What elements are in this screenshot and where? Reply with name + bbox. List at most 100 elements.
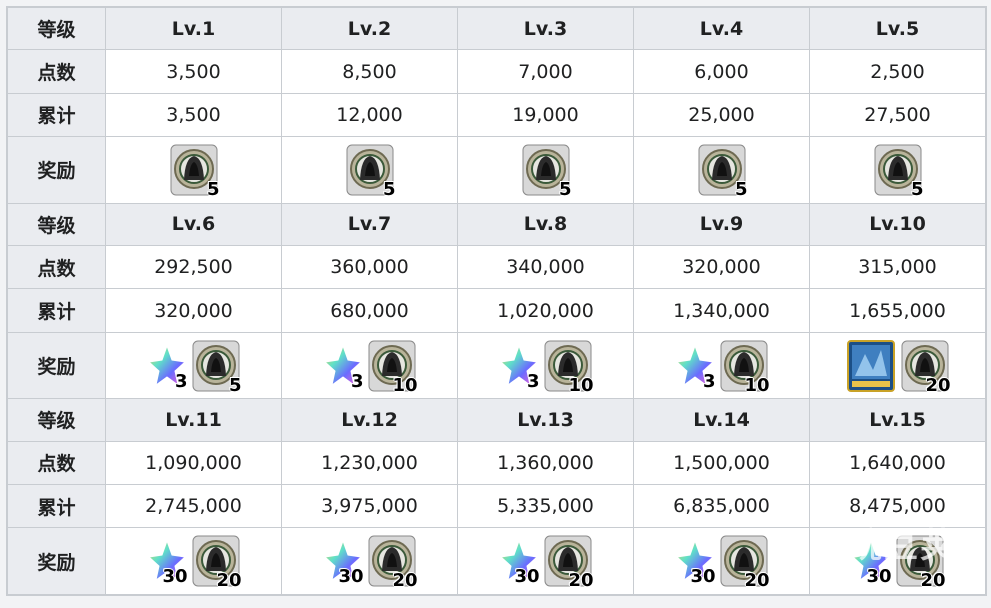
reward-count: 3: [350, 370, 364, 392]
reward-items: 3 5: [106, 340, 281, 396]
level-cell: Lv.12: [281, 398, 458, 442]
total-cell: 5,335,000: [457, 483, 634, 529]
points-cell: 1,090,000: [105, 440, 282, 486]
total-cell: 6,835,000: [633, 483, 810, 529]
reward-items: 5: [282, 144, 457, 200]
reward-cell: 20: [809, 331, 986, 400]
reward-items: 5: [106, 144, 281, 200]
points-cell: 340,000: [457, 244, 634, 290]
reward-count: 5: [910, 178, 924, 200]
total-cell: 2,745,000: [105, 483, 282, 529]
hooded-figure-medal-icon: 5: [698, 144, 748, 200]
rainbow-star-crystal-icon: 3: [323, 344, 364, 392]
reward-label: 奖励: [7, 331, 106, 400]
points-label: 点数: [7, 440, 106, 486]
watermark: 豌豆荚: [848, 526, 956, 566]
points-label: 点数: [7, 244, 106, 290]
points-cell: 315,000: [809, 244, 986, 290]
hooded-figure-medal-icon: 10: [368, 340, 418, 396]
reward-items: 20: [810, 339, 985, 396]
level-cell: Lv.14: [633, 398, 810, 442]
points-cell: 2,500: [809, 49, 986, 94]
total-cell: 27,500: [809, 92, 986, 138]
points-cell: 320,000: [633, 244, 810, 290]
reward-items: 3 10: [282, 340, 457, 396]
reward-items: 3 10: [634, 340, 809, 396]
reward-count: 20: [392, 570, 418, 592]
points-cell: 1,640,000: [809, 440, 986, 486]
total-cell: 3,975,000: [281, 483, 458, 529]
craft-essence-card-icon: [846, 339, 895, 392]
total-cell: 1,655,000: [809, 288, 986, 333]
level-cell: Lv.3: [457, 6, 634, 51]
reward-row: 奖励 30 20 30 20 30 20 30 20 30 20: [7, 527, 986, 595]
rainbow-star-crystal-icon: 30: [499, 539, 540, 587]
points-cell: 6,000: [633, 49, 810, 94]
reward-cell: 30 20: [105, 527, 282, 595]
reward-cell: 5: [281, 136, 458, 204]
reward-label: 奖励: [7, 527, 106, 595]
level-row: 等级 Lv.6 Lv.7 Lv.8 Lv.9 Lv.10: [7, 202, 986, 247]
reward-items: 30 20: [458, 535, 633, 591]
reward-count: 20: [568, 570, 594, 592]
points-row: 点数 292,500 360,000 340,000 320,000 315,000: [7, 244, 986, 290]
rainbow-star-crystal-icon: 3: [675, 344, 716, 392]
hooded-figure-medal-icon: 20: [544, 535, 594, 591]
level-label: 等级: [7, 398, 106, 442]
total-cell: 680,000: [281, 288, 458, 333]
hooded-figure-medal-icon: 20: [192, 535, 242, 591]
reward-count: 30: [338, 566, 364, 588]
reward-row: 奖励 3 5 3 10 3 10 3 10 20: [7, 331, 986, 400]
reward-count: 3: [526, 370, 540, 392]
reward-label: 奖励: [7, 136, 106, 204]
hooded-figure-medal-icon: 5: [170, 144, 220, 200]
points-cell: 1,230,000: [281, 440, 458, 486]
level-row: 等级 Lv.1 Lv.2 Lv.3 Lv.4 Lv.5: [7, 6, 986, 51]
total-cell: 12,000: [281, 92, 458, 138]
hooded-figure-medal-icon: 5: [192, 340, 242, 396]
hooded-figure-medal-icon: 20: [720, 535, 770, 591]
total-cell: 1,340,000: [633, 288, 810, 333]
total-label: 累计: [7, 483, 106, 529]
reward-count: 5: [206, 178, 220, 200]
level-cell: Lv.9: [633, 202, 810, 247]
rainbow-star-crystal-icon: 3: [499, 344, 540, 392]
reward-cell: 5: [809, 136, 986, 204]
reward-cell: 3 10: [281, 331, 458, 400]
level-cell: Lv.8: [457, 202, 634, 247]
total-row: 累计 2,745,000 3,975,000 5,335,000 6,835,000 8,…: [7, 483, 986, 529]
reward-count: 30: [690, 566, 716, 588]
level-cell: Lv.7: [281, 202, 458, 247]
points-cell: 360,000: [281, 244, 458, 290]
level-label: 等级: [7, 6, 106, 51]
reward-cell: 5: [633, 136, 810, 204]
reward-table: 等级 Lv.1 Lv.2 Lv.3 Lv.4 Lv.5 点数 3,500 8,500 7,000 6…: [7, 6, 986, 595]
reward-items: 30 20: [634, 535, 809, 591]
level-cell: Lv.1: [105, 6, 282, 51]
reward-items: 5: [458, 144, 633, 200]
rainbow-star-crystal-icon: 3: [147, 344, 188, 392]
level-cell: Lv.6: [105, 202, 282, 247]
level-cell: Lv.11: [105, 398, 282, 442]
level-cell: Lv.15: [809, 398, 986, 442]
rainbow-star-crystal-icon: 30: [323, 539, 364, 587]
level-cell: Lv.10: [809, 202, 986, 247]
reward-count: 10: [568, 374, 594, 396]
total-row: 累计 3,500 12,000 19,000 25,000 27,500: [7, 92, 986, 138]
total-cell: 3,500: [105, 92, 282, 138]
level-label: 等级: [7, 202, 106, 247]
points-cell: 8,500: [281, 49, 458, 94]
points-cell: 292,500: [105, 244, 282, 290]
reward-cell: 3 10: [633, 331, 810, 400]
reward-count: 3: [702, 370, 716, 392]
total-cell: 19,000: [457, 92, 634, 138]
reward-count: 30: [514, 566, 540, 588]
reward-table-container: 等级 Lv.1 Lv.2 Lv.3 Lv.4 Lv.5 点数 3,500 8,500 7,000 6…: [6, 6, 987, 596]
points-cell: 7,000: [457, 49, 634, 94]
level-cell: Lv.2: [281, 6, 458, 51]
rainbow-star-crystal-icon: 30: [147, 539, 188, 587]
points-cell: 1,360,000: [457, 440, 634, 486]
total-cell: 25,000: [633, 92, 810, 138]
hooded-figure-medal-icon: 20: [901, 340, 951, 396]
level-row: 等级 Lv.11 Lv.12 Lv.13 Lv.14 Lv.15: [7, 398, 986, 442]
